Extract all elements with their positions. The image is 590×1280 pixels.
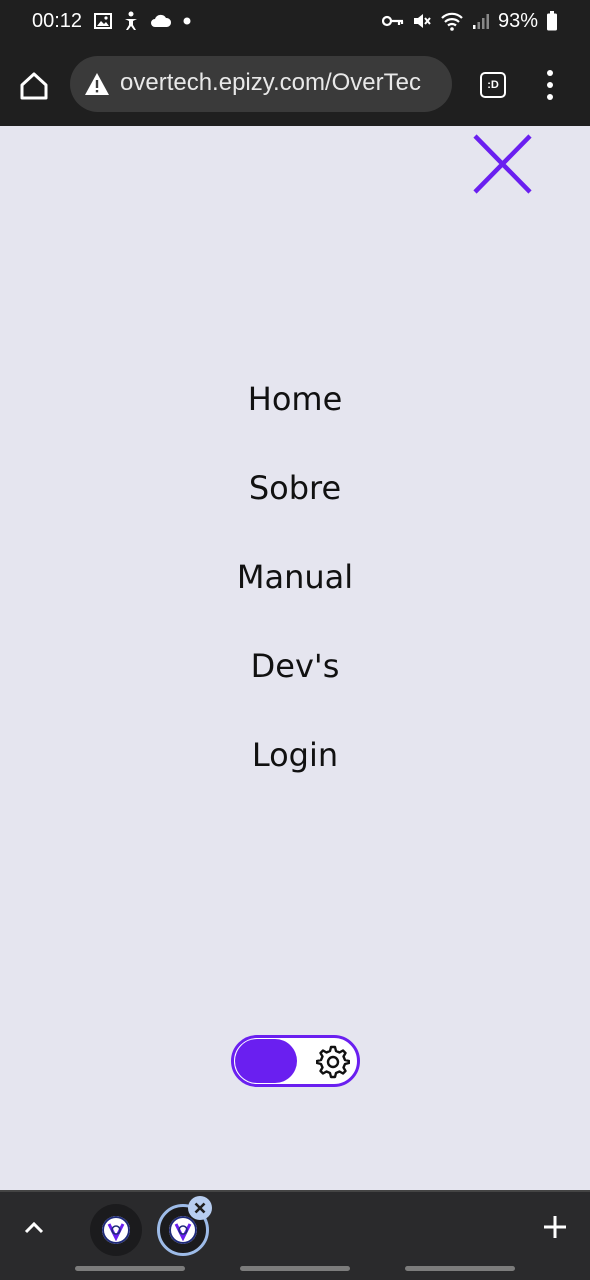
chevron-up-icon[interactable] bbox=[20, 1214, 48, 1242]
nav-link-home[interactable]: Home bbox=[0, 380, 590, 418]
favicon-icon bbox=[169, 1216, 197, 1244]
plus-icon[interactable] bbox=[540, 1212, 570, 1242]
more-vert-icon bbox=[547, 70, 553, 100]
toggle-knob bbox=[235, 1039, 297, 1083]
tab-strip bbox=[0, 1190, 590, 1280]
nav-link-manual[interactable]: Manual bbox=[0, 558, 590, 596]
close-icon bbox=[473, 134, 532, 194]
warning-icon[interactable] bbox=[84, 72, 110, 96]
nav-link-devs[interactable]: Dev's bbox=[0, 647, 590, 685]
browser-menu-button[interactable] bbox=[538, 68, 562, 102]
gear-icon bbox=[316, 1045, 350, 1079]
settings-toggle[interactable] bbox=[231, 1035, 360, 1087]
favicon-icon bbox=[102, 1216, 130, 1244]
nav-gesture-bar bbox=[75, 1266, 185, 1271]
close-tab-button[interactable] bbox=[188, 1196, 212, 1220]
tab-switcher-button[interactable]: :D bbox=[480, 72, 506, 98]
tab-thumbnail[interactable] bbox=[90, 1204, 142, 1256]
battery-percentage: 93% bbox=[497, 9, 538, 32]
accessibility-icon bbox=[125, 11, 137, 30]
signal-icon bbox=[472, 14, 489, 29]
nav-gesture-bar bbox=[240, 1266, 350, 1271]
image-icon bbox=[94, 13, 112, 29]
wifi-icon bbox=[441, 12, 463, 31]
status-time: 00:12 bbox=[32, 10, 83, 32]
dot-icon bbox=[183, 17, 191, 25]
status-system-icons: 93% bbox=[381, 9, 558, 32]
battery-icon bbox=[547, 11, 557, 31]
nav-link-sobre[interactable]: Sobre bbox=[0, 469, 590, 507]
address-bar[interactable]: overtech.epizy.com/OverTec bbox=[70, 56, 452, 112]
close-menu-button[interactable] bbox=[470, 132, 534, 196]
key-icon bbox=[381, 15, 404, 27]
nav-gesture-bar bbox=[405, 1266, 515, 1271]
close-icon bbox=[194, 1202, 206, 1214]
status-notification-icons bbox=[94, 10, 192, 32]
home-button[interactable] bbox=[14, 66, 54, 106]
nav-link-login[interactable]: Login bbox=[0, 736, 590, 774]
home-icon bbox=[20, 72, 48, 100]
mute-icon bbox=[413, 14, 431, 28]
cloud-icon bbox=[151, 14, 172, 27]
url-text[interactable]: overtech.epizy.com/OverTec bbox=[120, 69, 421, 97]
status-bar: 00:12 93% bbox=[0, 0, 590, 44]
browser-toolbar: overtech.epizy.com/OverTec :D bbox=[0, 44, 590, 126]
